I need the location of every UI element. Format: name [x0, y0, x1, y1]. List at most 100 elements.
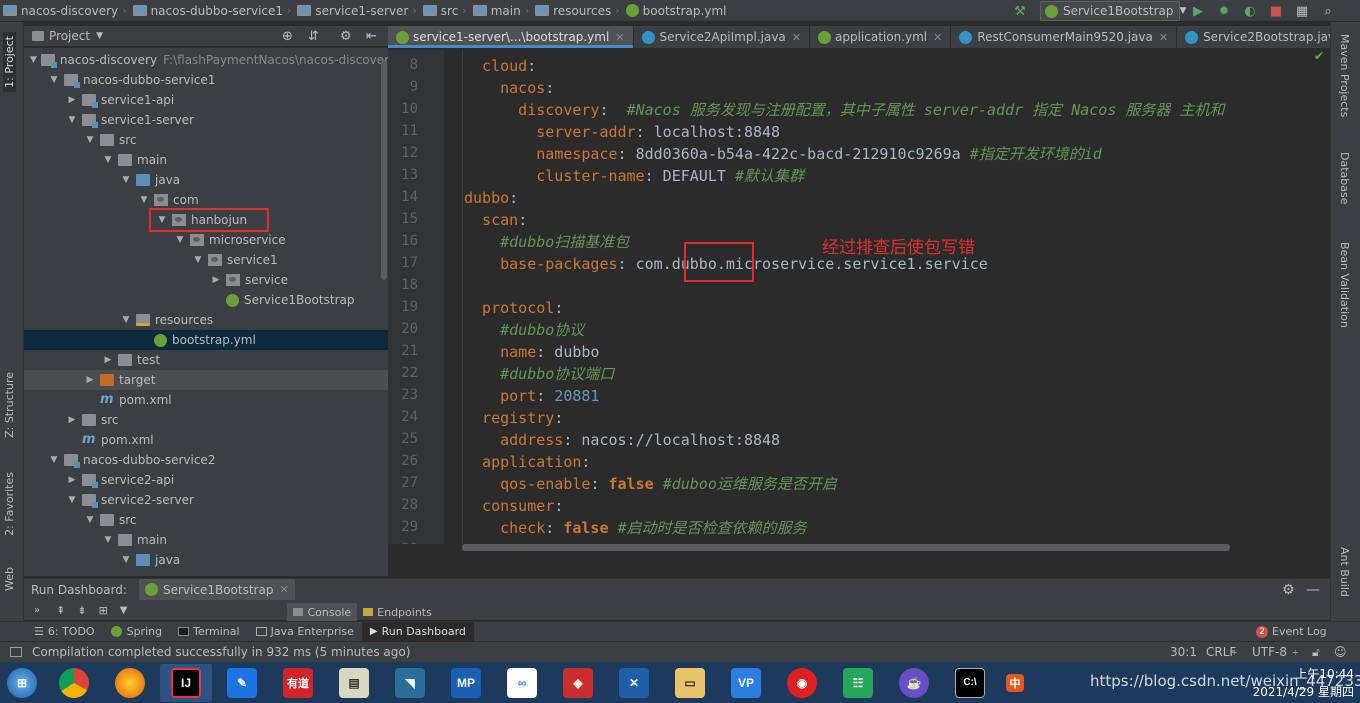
code-line[interactable]: check: false #启动时是否检查依赖的服务 — [464, 517, 806, 539]
chevron-down-icon[interactable]: ▼ — [96, 31, 103, 41]
expand-arrow-icon[interactable]: ▼ — [120, 175, 132, 185]
breadcrumb-item[interactable]: service1-server › — [294, 0, 419, 22]
hide-panel-icon[interactable]: ⇤ — [366, 29, 377, 44]
run-dashboard-tab[interactable]: ▶ Run Dashboard — [361, 621, 474, 642]
collapse-arrow-icon[interactable]: ▶ — [210, 275, 222, 285]
taskbar-clock[interactable]: 上午10:44 2021/4/29 星期四 — [1253, 665, 1354, 701]
expand-arrow-icon[interactable]: ▼ — [84, 515, 96, 525]
taskbar-cmd[interactable]: C:\ — [944, 664, 996, 702]
tree-item[interactable]: ▼ com — [24, 190, 388, 210]
taskbar-ime[interactable]: 中 — [1000, 664, 1030, 702]
web-tool-tab[interactable]: Web — [3, 567, 16, 591]
tree-item[interactable]: ▼ java — [24, 170, 388, 190]
taskbar-baidu[interactable]: ∞ — [496, 664, 548, 702]
expand-arrow-icon[interactable]: ▼ — [48, 455, 60, 465]
tree-item[interactable]: Service1Bootstrap — [24, 290, 388, 310]
taskbar-chrome[interactable] — [48, 664, 100, 702]
code-line[interactable]: qos-enable: false #duboo运维服务是否开启 — [464, 473, 837, 495]
code-line[interactable]: protocol: — [464, 297, 563, 319]
code-line[interactable]: #dubbo协议端口 — [464, 363, 614, 385]
bean-validation-tab[interactable]: Bean Validation — [1338, 242, 1351, 328]
expand-arrow-icon[interactable]: ▼ — [174, 235, 186, 245]
coverage-icon[interactable]: ◐ — [1242, 3, 1258, 19]
editor-tab[interactable]: service1-server\...\bootstrap.yml ✕ — [388, 26, 634, 48]
build-icon[interactable]: ⚒ — [1012, 3, 1028, 19]
close-icon[interactable]: ✕ — [279, 583, 288, 596]
code-line[interactable]: server-addr: localhost:8848 — [464, 121, 780, 143]
tree-item[interactable]: ▼ service1 — [24, 250, 388, 270]
project-tool-tab[interactable]: 1: Project — [3, 32, 16, 92]
tree-item[interactable]: ▼ main — [24, 530, 388, 550]
collapse-arrow-icon[interactable]: ▶ — [84, 375, 96, 385]
expand-arrow-icon[interactable]: ▼ — [102, 535, 114, 545]
tree-item[interactable]: ▶ service2-api — [24, 470, 388, 490]
expand-arrow-icon[interactable]: ▼ — [192, 255, 204, 265]
tree-item[interactable]: ▶ service1-api — [24, 90, 388, 110]
file-encoding[interactable]: UTF-8 — [1252, 645, 1287, 659]
tree-item[interactable]: ▼ service1-server — [24, 110, 388, 130]
project-tree-scrollbar[interactable] — [381, 60, 387, 280]
collapse-all-icon[interactable]: ⇟ — [77, 604, 86, 617]
code-editor[interactable]: cloud: nacos: discovery: #Nacos 服务发现与注册配… — [444, 50, 1324, 544]
code-line[interactable]: #dubbo协议 — [464, 319, 584, 341]
tree-item[interactable]: ▼ service2-server — [24, 490, 388, 510]
taskbar-vp[interactable]: VP — [720, 664, 772, 702]
inspector-icon[interactable]: ☺ — [1334, 645, 1347, 659]
taskbar-explorer[interactable]: ▭ — [664, 664, 716, 702]
stop-icon[interactable]: ■ — [1268, 3, 1284, 19]
breadcrumb-item[interactable]: resources › — [532, 0, 623, 22]
breadcrumb-item[interactable]: nacos-dubbo-service1 › — [130, 0, 295, 22]
run-configuration-selector[interactable]: Service1Bootstrap ▼ — [1040, 1, 1186, 21]
locate-icon[interactable]: ⊕ — [282, 29, 293, 44]
project-panel-title[interactable]: Project — [49, 29, 90, 43]
expand-all-icon[interactable]: ⇞ — [56, 604, 65, 617]
tree-item[interactable]: ▶ target — [24, 370, 388, 390]
favorites-tool-tab[interactable]: 2: Favorites — [3, 472, 16, 536]
event-log-button[interactable]: 2 Event Log — [1256, 625, 1327, 638]
java-enterprise-tab[interactable]: Java Enterprise — [248, 622, 362, 642]
code-line[interactable]: cluster-name: DEFAULT #默认集群 — [464, 165, 804, 187]
tree-item[interactable]: ▶ service — [24, 270, 388, 290]
code-line[interactable]: scan: — [464, 209, 527, 231]
taskbar-intellij[interactable]: IJ — [160, 663, 212, 702]
editor-tab[interactable]: application.yml ✕ — [810, 26, 952, 48]
tree-item[interactable]: m pom.xml — [24, 390, 388, 410]
tree-item[interactable]: ▶ test — [24, 350, 388, 370]
code-line[interactable]: name: dubbo — [464, 341, 599, 363]
filter-icon[interactable]: ▼ — [120, 605, 128, 616]
debug-icon[interactable]: ✹ — [1216, 3, 1232, 19]
expand-arrow-icon[interactable]: ▼ — [66, 115, 78, 125]
code-line[interactable]: port: 20881 — [464, 385, 599, 407]
structure-tool-tab[interactable]: Z: Structure — [3, 372, 16, 438]
taskbar-music[interactable]: ◉ — [776, 664, 828, 702]
tree-item[interactable]: ▼ src — [24, 130, 388, 150]
tree-item[interactable]: ▼ src — [24, 510, 388, 530]
collapse-arrow-icon[interactable]: ▶ — [66, 475, 78, 485]
breadcrumb-item[interactable]: main › — [470, 0, 532, 22]
close-icon[interactable]: ✕ — [792, 31, 801, 44]
code-line[interactable]: consumer: — [464, 495, 563, 517]
code-line[interactable]: dubbo: — [464, 187, 518, 209]
code-line[interactable]: namespace: 8dd0360a-b54a-422c-bacd-21291… — [464, 143, 1102, 165]
expand-icon[interactable]: » — [34, 605, 40, 616]
collapse-arrow-icon[interactable]: ▶ — [66, 415, 78, 425]
taskbar-mp[interactable]: MP — [440, 664, 492, 702]
expand-arrow-icon[interactable]: ▼ — [30, 55, 37, 65]
run-icon[interactable]: ▶ — [1190, 3, 1206, 19]
tree-item[interactable]: ▼ nacos-dubbo-service2 — [24, 450, 388, 470]
gear-icon[interactable]: ⚙ — [340, 29, 352, 44]
ant-build-tab[interactable]: Ant Build — [1338, 547, 1351, 597]
status-message[interactable]: Compilation completed successfully in 93… — [32, 645, 410, 659]
taskbar-firefox[interactable] — [104, 664, 156, 702]
tree-item[interactable]: bootstrap.yml — [24, 330, 388, 350]
lock-icon[interactable]: 🔓︎ — [1312, 645, 1320, 660]
project-structure-icon[interactable]: ▦ — [1294, 3, 1310, 19]
todo-tab[interactable]: ☰ 6: TODO — [26, 622, 103, 642]
editor-tab[interactable]: RestConsumerMain9520.java ✕ — [951, 26, 1178, 48]
editor-horizontal-scrollbar[interactable] — [462, 544, 1230, 551]
taskbar-notepad[interactable]: ▤ — [328, 664, 380, 702]
search-icon[interactable]: ⌕ — [1320, 3, 1336, 19]
tree-item[interactable]: ▼ main — [24, 150, 388, 170]
expand-arrow-icon[interactable]: ▼ — [120, 315, 132, 325]
tree-item[interactable]: m pom.xml — [24, 430, 388, 450]
